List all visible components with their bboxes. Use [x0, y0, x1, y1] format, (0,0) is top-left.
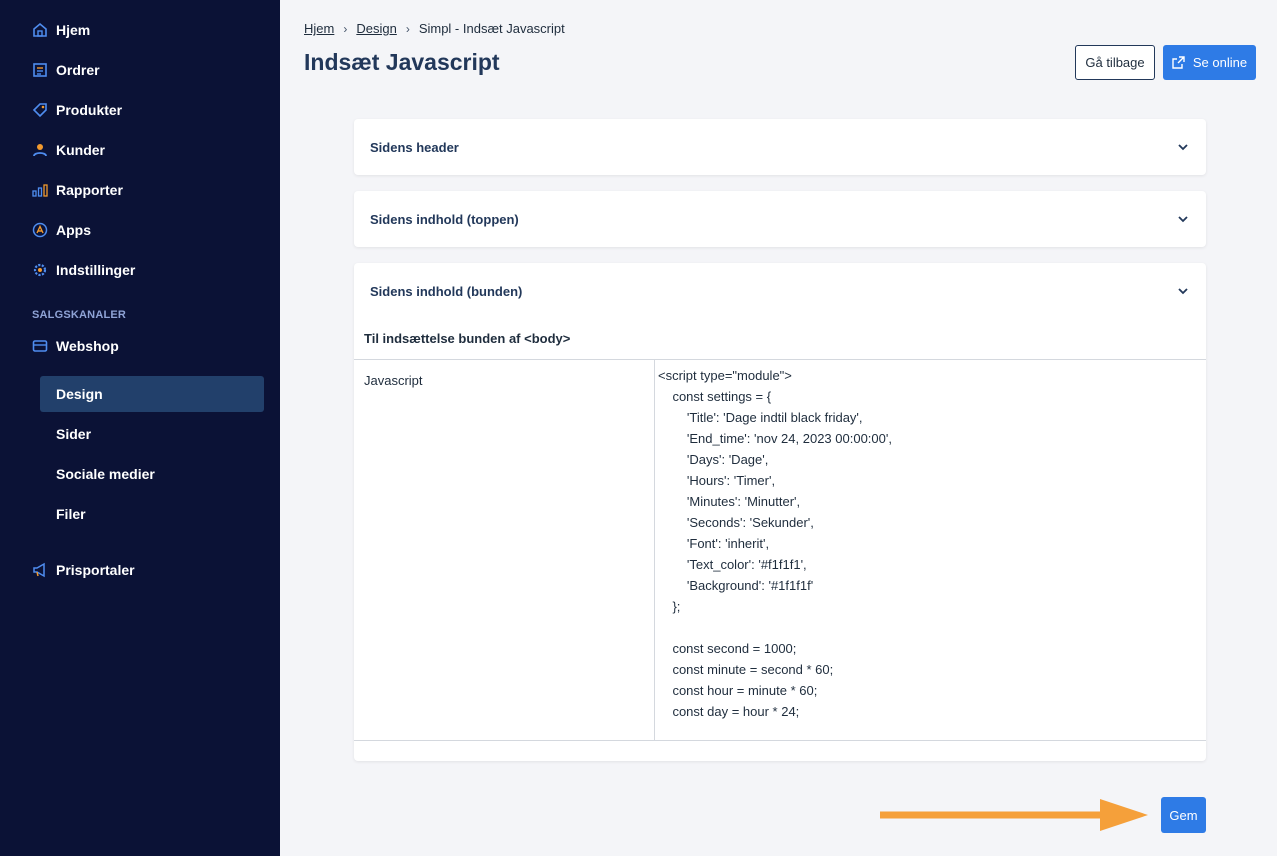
gear-icon	[32, 262, 48, 278]
chevron-right-icon: ›	[343, 21, 348, 36]
sidebar-subitem-filer[interactable]: Filer	[40, 496, 264, 532]
sidebar-item-prisportaler[interactable]: Prisportaler	[32, 558, 135, 582]
accordion-title: Sidens indhold (bunden)	[370, 283, 523, 299]
sidebar-item-produkter[interactable]: Produkter	[32, 98, 122, 122]
chevron-down-icon	[1176, 284, 1190, 298]
external-link-icon	[1172, 56, 1185, 69]
chevron-right-icon: ›	[405, 21, 410, 36]
javascript-code-textarea[interactable]: <script type="module"> const settings = …	[658, 365, 1198, 722]
sidebar-item-apps[interactable]: Apps	[32, 218, 91, 242]
sidebar-item-label: Rapporter	[56, 182, 123, 198]
breadcrumb-home-link[interactable]: Hjem	[304, 21, 334, 36]
back-button[interactable]: Gå tilbage	[1075, 45, 1155, 80]
sidebar-item-label: Kunder	[56, 142, 105, 158]
sidebar-item-label: Ordrer	[56, 62, 100, 78]
save-button[interactable]: Gem	[1161, 797, 1206, 833]
accordion-header-toggle[interactable]: Sidens header	[370, 137, 1190, 157]
divider	[654, 360, 655, 740]
apps-icon	[32, 222, 48, 238]
view-online-button[interactable]: Se online	[1163, 45, 1256, 80]
orders-icon	[32, 62, 48, 78]
sidebar-subitem-sider[interactable]: Sider	[40, 416, 264, 452]
home-icon	[32, 22, 48, 38]
sidebar-item-ordrer[interactable]: Ordrer	[32, 58, 100, 82]
code-field-label: Javascript	[364, 373, 423, 388]
sidebar-item-webshop[interactable]: Webshop	[32, 334, 119, 358]
accordion-content-bottom-toggle[interactable]: Sidens indhold (bunden)	[370, 281, 1190, 301]
accordion-header[interactable]: Sidens header	[354, 119, 1206, 175]
sidebar: Hjem Ordrer Produkter Kunder Rapporter A…	[0, 0, 280, 856]
accordion-content-bottom: Sidens indhold (bunden) Til indsættelse …	[354, 263, 1206, 761]
sidebar-item-label: Webshop	[56, 338, 119, 354]
accordion-title: Sidens header	[370, 139, 459, 155]
sidebar-item-rapporter[interactable]: Rapporter	[32, 178, 123, 202]
megaphone-icon	[32, 562, 48, 578]
sidebar-item-label: Apps	[56, 222, 91, 238]
tag-icon	[32, 102, 48, 118]
section-label-salgskanaler: SALGSKANALER	[32, 309, 127, 321]
sidebar-item-indstillinger[interactable]: Indstillinger	[32, 258, 135, 282]
view-online-label: Se online	[1192, 55, 1248, 70]
sidebar-subitem-sociale-medier[interactable]: Sociale medier	[40, 456, 264, 492]
page-title: Indsæt Javascript	[304, 49, 500, 75]
accordion-content-top-toggle[interactable]: Sidens indhold (toppen)	[370, 209, 1190, 229]
sidebar-item-hjem[interactable]: Hjem	[32, 18, 90, 42]
accordion-content-top[interactable]: Sidens indhold (toppen)	[354, 191, 1206, 247]
code-table: Javascript <script type="module"> const …	[354, 359, 1206, 741]
chevron-down-icon	[1176, 212, 1190, 226]
breadcrumb-current: Simpl - Indsæt Javascript	[418, 21, 565, 36]
storefront-icon	[32, 338, 48, 354]
bar-chart-icon	[32, 182, 48, 198]
accordion-title: Sidens indhold (toppen)	[370, 211, 519, 227]
arrow-annotation	[880, 799, 1148, 831]
sidebar-item-label: Produkter	[56, 102, 123, 118]
sidebar-item-label: Indstillinger	[56, 262, 136, 278]
chevron-down-icon	[1176, 140, 1190, 154]
sidebar-item-label: Hjem	[56, 22, 91, 38]
user-icon	[32, 142, 48, 158]
sidebar-item-label: Prisportaler	[56, 562, 135, 578]
sidebar-subitem-design[interactable]: Design	[40, 376, 264, 412]
breadcrumb: Hjem › Design › Simpl - Indsæt Javascrip…	[304, 21, 565, 36]
sidebar-item-kunder[interactable]: Kunder	[32, 138, 105, 162]
breadcrumb-design-link[interactable]: Design	[356, 21, 396, 36]
section-title: Til indsættelse bunden af <body>	[364, 331, 571, 346]
